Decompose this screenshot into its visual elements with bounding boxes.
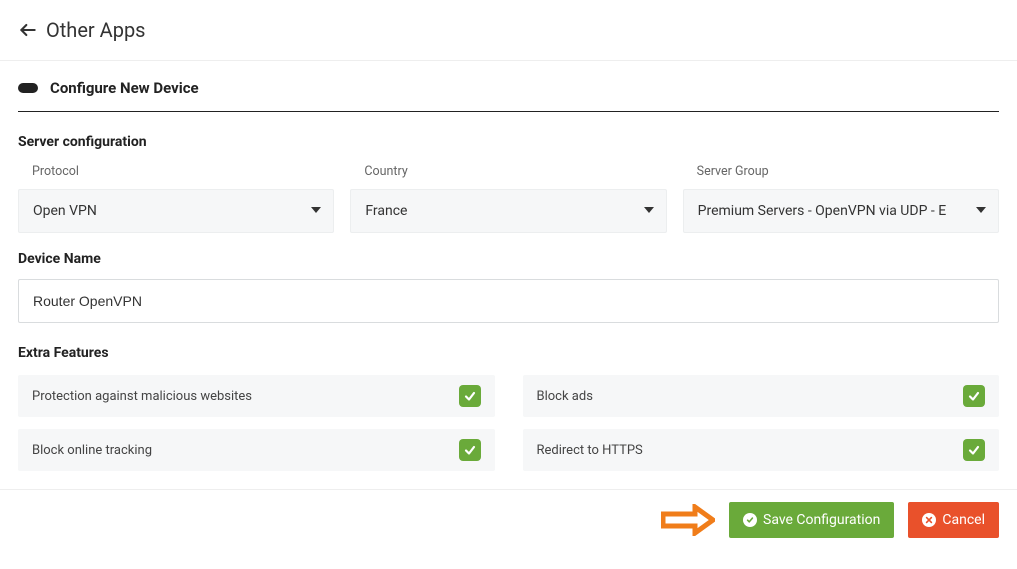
features-grid: Protection against malicious websites Bl… <box>18 375 999 471</box>
check-circle-icon <box>743 513 757 527</box>
feature-block-ads: Block ads <box>523 375 1000 417</box>
cancel-button[interactable]: Cancel <box>908 502 999 538</box>
server-group-select[interactable]: Premium Servers - OpenVPN via UDP - E <box>683 189 999 233</box>
section-pill-icon <box>18 83 38 93</box>
country-field: Country France <box>350 164 666 233</box>
top-header: Other Apps <box>0 0 1017 61</box>
section-title: Configure New Device <box>50 79 199 97</box>
country-label: Country <box>350 164 666 179</box>
feature-label: Protection against malicious websites <box>32 389 252 404</box>
back-arrow-icon[interactable] <box>18 20 38 40</box>
caret-down-icon <box>311 203 321 219</box>
feature-label: Redirect to HTTPS <box>537 443 643 458</box>
cancel-label: Cancel <box>942 512 985 528</box>
server-group-value: Premium Servers - OpenVPN via UDP - E <box>698 203 947 219</box>
caret-down-icon <box>976 203 986 219</box>
server-config-label: Server configuration <box>18 134 999 150</box>
device-name-input[interactable] <box>18 279 999 323</box>
caret-down-icon <box>644 203 654 219</box>
feature-checkbox[interactable] <box>459 439 481 461</box>
feature-checkbox[interactable] <box>963 385 985 407</box>
feature-protection: Protection against malicious websites <box>18 375 495 417</box>
save-label: Save Configuration <box>763 512 880 528</box>
protocol-label: Protocol <box>18 164 334 179</box>
country-select[interactable]: France <box>350 189 666 233</box>
protocol-field: Protocol Open VPN <box>18 164 334 233</box>
server-config-row: Protocol Open VPN Country France Server … <box>18 164 999 233</box>
feature-label: Block ads <box>537 389 593 404</box>
feature-redirect-https: Redirect to HTTPS <box>523 429 1000 471</box>
extra-features-label: Extra Features <box>18 345 999 361</box>
feature-checkbox[interactable] <box>459 385 481 407</box>
close-circle-icon <box>922 513 936 527</box>
protocol-select[interactable]: Open VPN <box>18 189 334 233</box>
page-title: Other Apps <box>46 18 146 42</box>
save-configuration-button[interactable]: Save Configuration <box>729 502 894 538</box>
server-group-field: Server Group Premium Servers - OpenVPN v… <box>683 164 999 233</box>
feature-checkbox[interactable] <box>963 439 985 461</box>
feature-label: Block online tracking <box>32 443 152 458</box>
content-area: Configure New Device Server configuratio… <box>0 61 1017 550</box>
device-name-label: Device Name <box>18 251 999 267</box>
protocol-value: Open VPN <box>33 203 97 219</box>
actions-row: Save Configuration Cancel <box>18 490 999 550</box>
country-value: France <box>365 203 407 219</box>
section-header: Configure New Device <box>18 79 999 112</box>
arrow-pointer-icon <box>661 504 715 536</box>
feature-block-tracking: Block online tracking <box>18 429 495 471</box>
server-group-label: Server Group <box>683 164 999 179</box>
